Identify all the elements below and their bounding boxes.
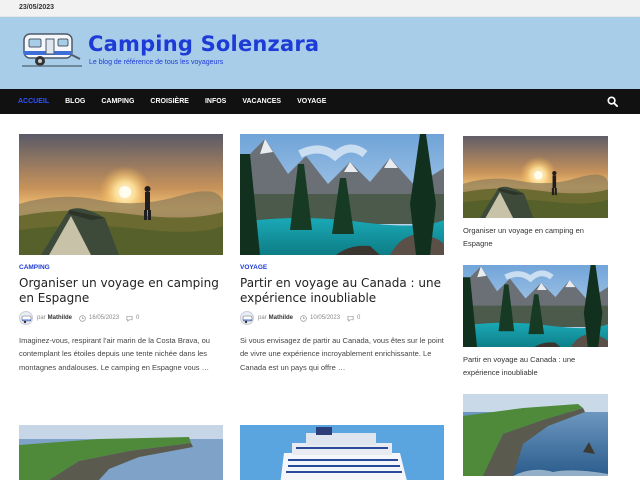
cliffs-coast-image[interactable] <box>463 394 608 476</box>
avatar[interactable] <box>240 311 254 325</box>
canada-lake-image[interactable] <box>463 265 608 347</box>
nav-item-blog[interactable]: BLOG <box>65 98 85 105</box>
nav-item-vacances[interactable]: VACANCES <box>242 98 281 105</box>
clock-icon <box>79 314 86 322</box>
sidebar-post: Organiser un voyage en camping en Espagn… <box>463 136 608 251</box>
post-title[interactable]: Partir en voyage au Canada : une expérie… <box>240 276 444 306</box>
site-header: Camping Solenzara Le blog de référence d… <box>0 17 640 89</box>
sidebar-post: Partir en voyage au Canada : une expérie… <box>463 265 608 380</box>
nav-menu: ACCUEIL BLOG CAMPING CROISIÈRE INFOS VAC… <box>18 89 342 114</box>
tent-sunset-image[interactable] <box>19 134 223 255</box>
post-meta: par Mathilde 10/05/2023 0 <box>240 311 360 325</box>
nav-item-accueil[interactable]: ACCUEIL <box>18 98 49 105</box>
avatar[interactable] <box>19 311 33 325</box>
author-name[interactable]: Mathilde <box>48 315 72 321</box>
post-card: CAMPING Organiser un voyage en camping e… <box>19 134 223 384</box>
top-bar: 23/05/2023 <box>0 0 640 17</box>
post-category[interactable]: CAMPING <box>19 264 50 271</box>
tent-sunset-image[interactable] <box>463 136 608 218</box>
caravan-icon[interactable] <box>22 31 82 71</box>
nav-item-infos[interactable]: INFOS <box>205 98 226 105</box>
author-prefix: par <box>37 315 46 321</box>
sidebar-post-title[interactable]: Partir en voyage au Canada : une expérie… <box>463 353 608 380</box>
author-prefix: par <box>258 315 267 321</box>
post-excerpt: Imaginez-vous, respirant l’air marin de … <box>19 336 210 372</box>
search-icon[interactable] <box>607 96 618 107</box>
cruise-ship-image[interactable] <box>240 425 444 480</box>
nav-item-voyage[interactable]: VOYAGE <box>297 98 326 105</box>
comment-icon <box>347 315 354 322</box>
comment-icon <box>126 315 133 322</box>
post-excerpt: Si vous envisagez de partir au Canada, v… <box>240 336 444 372</box>
post-date[interactable]: 10/05/2023 <box>310 315 340 321</box>
canada-lake-image[interactable] <box>240 134 444 255</box>
post-card: VOYAGE Partir en voyage au Canada : une … <box>240 134 444 384</box>
site-title[interactable]: Camping Solenzara <box>88 32 319 56</box>
cliffs-coast-image[interactable] <box>19 425 223 480</box>
comment-count[interactable]: 0 <box>136 315 139 321</box>
sidebar-post-title[interactable]: Organiser un voyage en camping en Espagn… <box>463 224 608 251</box>
post-category[interactable]: VOYAGE <box>240 264 267 271</box>
post-title[interactable]: Organiser un voyage en camping en Espagn… <box>19 276 223 306</box>
comment-count[interactable]: 0 <box>357 315 360 321</box>
site-tagline: Le blog de référence de tous les voyageu… <box>89 59 224 66</box>
nav-item-camping[interactable]: CAMPING <box>101 98 134 105</box>
clock-icon <box>300 314 307 322</box>
sidebar-post <box>463 394 608 476</box>
post-date[interactable]: 16/05/2023 <box>89 315 119 321</box>
current-date: 23/05/2023 <box>19 4 55 11</box>
nav-item-croisiere[interactable]: CROISIÈRE <box>150 98 189 105</box>
author-name[interactable]: Mathilde <box>269 315 293 321</box>
main-nav: ACCUEIL BLOG CAMPING CROISIÈRE INFOS VAC… <box>0 89 640 114</box>
post-meta: par Mathilde 16/05/2023 0 <box>19 311 139 325</box>
